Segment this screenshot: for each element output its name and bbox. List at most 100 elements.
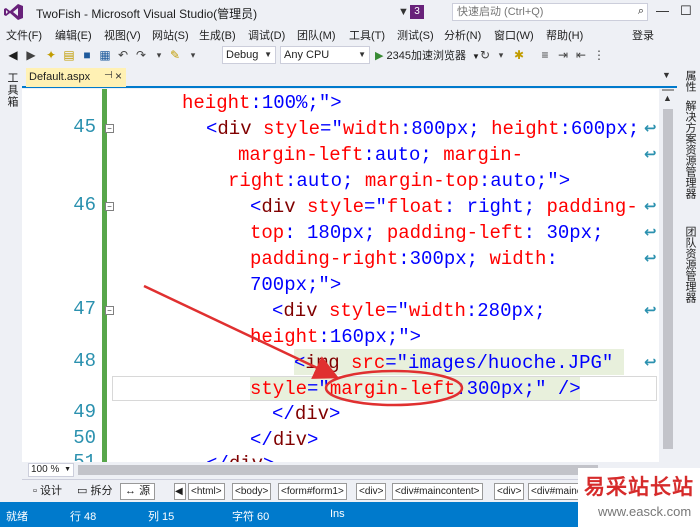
breadcrumb-div-maincontent[interactable]: <div#maincontent> bbox=[392, 483, 483, 500]
status-character: 字符 60 bbox=[232, 511, 270, 523]
scroll-up-icon[interactable]: ▲ bbox=[663, 93, 672, 103]
dropdown-chevron-icon[interactable]: ▾ bbox=[494, 48, 508, 62]
save-all-icon[interactable]: ▦ bbox=[98, 48, 112, 62]
document-tab-label: Default.aspx bbox=[29, 71, 91, 83]
toolbox-strip[interactable]: 工具箱 bbox=[0, 66, 22, 502]
refresh-icon[interactable]: ↻ bbox=[478, 48, 492, 62]
breadcrumb-form[interactable]: <form#form1> bbox=[278, 483, 347, 500]
open-file-icon[interactable]: ▤ bbox=[62, 48, 76, 62]
toolbar-options-icon[interactable]: ⋮ bbox=[592, 48, 606, 62]
code-line: margin-left:auto; margin- bbox=[238, 144, 524, 166]
chevron-down-icon: ▼ bbox=[64, 466, 71, 473]
redo-icon[interactable]: ↷ bbox=[134, 48, 148, 62]
horizontal-scrollbar-thumb[interactable] bbox=[78, 465, 598, 475]
line-number: 50 bbox=[73, 427, 96, 449]
toolbox-tab[interactable]: 工具箱 bbox=[4, 72, 20, 108]
right-tool-strip: 属性 解决方案资源管理器 团队资源管理器 bbox=[677, 66, 700, 476]
chevron-down-icon: ▼ bbox=[358, 50, 366, 59]
browser-link-icon[interactable]: ✱ bbox=[512, 48, 526, 62]
code-editor[interactable]: 45 46 47 48 49 50 51 − − − height:100%;"… bbox=[22, 89, 659, 462]
menu-window[interactable]: 窗口(W) bbox=[494, 27, 534, 43]
search-icon[interactable]: ⌕ bbox=[638, 5, 644, 18]
close-icon[interactable]: × bbox=[115, 69, 122, 83]
menu-test[interactable]: 测试(S) bbox=[397, 27, 434, 43]
word-wrap-icon: ↩ bbox=[644, 120, 657, 137]
breadcrumb-div[interactable]: <div> bbox=[356, 483, 387, 500]
quick-launch-input[interactable] bbox=[453, 4, 623, 20]
notifications-button[interactable]: ▼ 3 bbox=[398, 5, 426, 20]
menu-analyze[interactable]: 分析(N) bbox=[444, 27, 481, 43]
collapse-icon[interactable]: − bbox=[105, 124, 114, 133]
start-debugging-button[interactable]: ▶ 2345加速浏览器 ▼ bbox=[375, 47, 480, 63]
menu-debug[interactable]: 调试(D) bbox=[248, 27, 285, 43]
menu-build[interactable]: 生成(B) bbox=[199, 27, 236, 43]
solution-configuration-combo[interactable]: Debug ▼ bbox=[222, 46, 276, 64]
comment-icon[interactable]: ✎ bbox=[168, 48, 182, 62]
tab-list-dropdown-icon[interactable]: ▼ bbox=[662, 70, 671, 80]
sign-in-link[interactable]: 登录 bbox=[632, 27, 654, 43]
solution-explorer-tab[interactable]: 解决方案资源管理器 bbox=[682, 100, 698, 199]
site-watermark: 易采站长站 www.easck.com bbox=[578, 468, 700, 527]
pin-icon[interactable]: ⊣ bbox=[104, 70, 113, 81]
solution-platform-combo[interactable]: Any CPU ▼ bbox=[280, 46, 370, 64]
properties-tab[interactable]: 属性 bbox=[682, 70, 698, 92]
team-explorer-tab[interactable]: 团队资源管理器 bbox=[682, 226, 698, 303]
split-view-button[interactable]: ▭ 拆分 bbox=[72, 483, 117, 500]
maximize-button[interactable]: ☐ bbox=[680, 3, 692, 19]
redo-dropdown-icon[interactable]: ▾ bbox=[152, 48, 166, 62]
new-project-icon[interactable]: ✦ bbox=[44, 48, 58, 62]
menu-file[interactable]: 文件(F) bbox=[6, 27, 42, 43]
undo-icon[interactable]: ↶ bbox=[116, 48, 130, 62]
source-view-label: 源 bbox=[139, 485, 151, 497]
breadcrumb-div[interactable]: <div> bbox=[494, 483, 525, 500]
editor-vertical-scrollbar[interactable]: ▲ bbox=[659, 89, 677, 462]
code-line: <div style="float: right; padding- bbox=[250, 196, 638, 218]
quick-launch-box[interactable]: ⌕ bbox=[452, 3, 648, 21]
status-column: 列 15 bbox=[148, 511, 175, 523]
forward-icon[interactable]: ▶ bbox=[24, 48, 38, 62]
document-tab-bar: Default.aspx ⊣ × ▼ bbox=[22, 66, 677, 88]
standard-toolbar: ◀ ▶ ✦ ▤ ■ ▦ ↶ ↷ ▾ ✎ ▾ Debug ▼ Any CPU ▼ … bbox=[0, 44, 700, 66]
code-line: height:160px;"> bbox=[250, 326, 422, 348]
collapse-icon[interactable]: − bbox=[105, 306, 114, 315]
menu-website[interactable]: 网站(S) bbox=[152, 27, 189, 43]
split-view-label: 拆分 bbox=[90, 485, 113, 497]
solution-platform-value: Any CPU bbox=[284, 49, 330, 61]
word-wrap-icon: ↩ bbox=[644, 146, 657, 163]
menu-help[interactable]: 帮助(H) bbox=[546, 27, 583, 43]
chevron-down-icon: ▼ bbox=[264, 50, 272, 59]
watermark-title: 易采站长站 bbox=[584, 474, 694, 499]
flag-icon: ▼ bbox=[398, 6, 409, 18]
menu-tools[interactable]: 工具(T) bbox=[349, 27, 385, 43]
scrollbar-thumb[interactable] bbox=[663, 109, 673, 449]
word-wrap-icon: ↩ bbox=[644, 302, 657, 319]
line-number: 47 bbox=[73, 298, 96, 320]
menu-edit[interactable]: 编辑(E) bbox=[55, 27, 92, 43]
splitter-handle[interactable] bbox=[662, 89, 674, 91]
save-icon[interactable]: ■ bbox=[80, 48, 94, 62]
back-icon[interactable]: ◀ bbox=[6, 48, 20, 62]
menu-team[interactable]: 团队(M) bbox=[297, 27, 336, 43]
design-view-button[interactable]: ▫ 设计 bbox=[28, 483, 67, 500]
breadcrumb-html[interactable]: <html> bbox=[188, 483, 225, 500]
browser-target-label: 2345加速浏览器 bbox=[386, 50, 466, 62]
code-line: </div> bbox=[250, 429, 319, 451]
breadcrumb-scroll-left[interactable]: ◀ bbox=[174, 483, 186, 500]
collapse-icon[interactable]: − bbox=[105, 202, 114, 211]
design-icon: ▫ bbox=[33, 485, 40, 497]
document-tab-default-aspx[interactable]: Default.aspx ⊣ × bbox=[26, 68, 126, 87]
status-insert-mode: Ins bbox=[330, 508, 345, 520]
code-line: padding-right:300px; width: bbox=[250, 248, 558, 270]
minimize-button[interactable]: — bbox=[656, 3, 669, 18]
format-icon[interactable]: ≡ bbox=[538, 48, 552, 62]
source-view-button[interactable]: ↔ 源 bbox=[120, 483, 156, 500]
menu-view[interactable]: 视图(V) bbox=[104, 27, 141, 43]
dropdown-chevron-icon[interactable]: ▾ bbox=[186, 48, 200, 62]
indent-icon[interactable]: ⇥ bbox=[556, 48, 570, 62]
code-line: </div> bbox=[206, 451, 274, 462]
outdent-icon[interactable]: ⇤ bbox=[574, 48, 588, 62]
zoom-combo[interactable]: 100 % ▼ bbox=[28, 463, 74, 477]
code-line: <div style="width:280px; bbox=[272, 300, 546, 322]
play-icon: ▶ bbox=[375, 50, 384, 62]
breadcrumb-body[interactable]: <body> bbox=[232, 483, 272, 500]
